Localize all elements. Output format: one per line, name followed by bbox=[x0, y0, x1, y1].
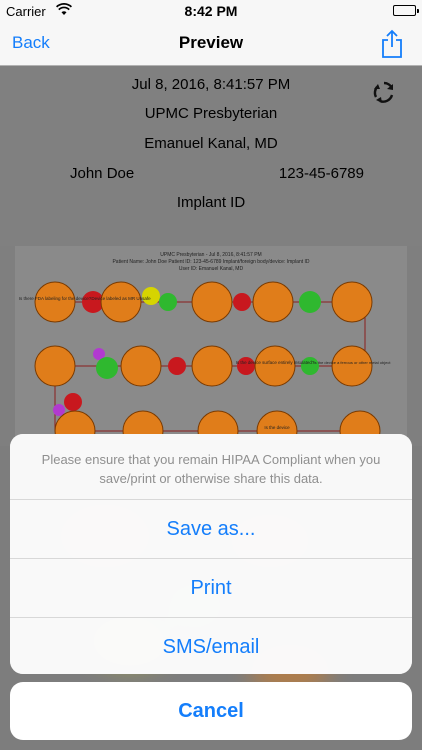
page-title: Preview bbox=[178, 33, 244, 52]
patient-id: 123-45-6789 bbox=[278, 165, 364, 182]
cancel-button[interactable]: Cancel bbox=[10, 682, 412, 740]
flow-node-label: Is there FDA labeling for the device? bbox=[19, 296, 92, 301]
battery-icon bbox=[393, 5, 419, 16]
flowchart-preview: UPMC Presbyterian - Jul 8, 2016, 8:41:57… bbox=[15, 246, 407, 446]
flowchart-diagram: Is there FDA labeling for the device? De… bbox=[19, 281, 392, 446]
physician-name: Emanuel Kanal, MD bbox=[144, 135, 278, 152]
implant-id: Implant ID bbox=[176, 194, 246, 211]
share-icon[interactable] bbox=[380, 29, 404, 59]
report-info: Jul 8, 2016, 8:41:57 PM UPMC Presbyteria… bbox=[0, 66, 422, 246]
save-as-button[interactable]: Save as... bbox=[10, 500, 412, 559]
sms-email-button[interactable]: SMS/email bbox=[10, 618, 412, 674]
navigation-bar: Back Preview bbox=[0, 22, 422, 66]
flow-node-label: Is the device bbox=[264, 425, 290, 430]
hospital-name: UPMC Presbyterian bbox=[144, 105, 278, 122]
patient-name: John Doe bbox=[70, 165, 135, 182]
print-button[interactable]: Print bbox=[10, 559, 412, 618]
flow-node-label: Is the device surface entirely insulated… bbox=[236, 360, 315, 365]
report-datetime: Jul 8, 2016, 8:41:57 PM bbox=[131, 76, 291, 93]
action-sheet: Please ensure that you remain HIPAA Comp… bbox=[10, 434, 412, 674]
refresh-icon[interactable] bbox=[372, 80, 396, 104]
flow-node-label: Is the device a ferrous or other metal o… bbox=[314, 360, 392, 365]
status-bar: Carrier 8:42 PM bbox=[0, 0, 422, 22]
flow-node-label: Device labeled as MR Unsafe bbox=[91, 296, 151, 301]
hipaa-warning-message: Please ensure that you remain HIPAA Comp… bbox=[10, 434, 412, 500]
status-time: 8:42 PM bbox=[184, 3, 238, 19]
